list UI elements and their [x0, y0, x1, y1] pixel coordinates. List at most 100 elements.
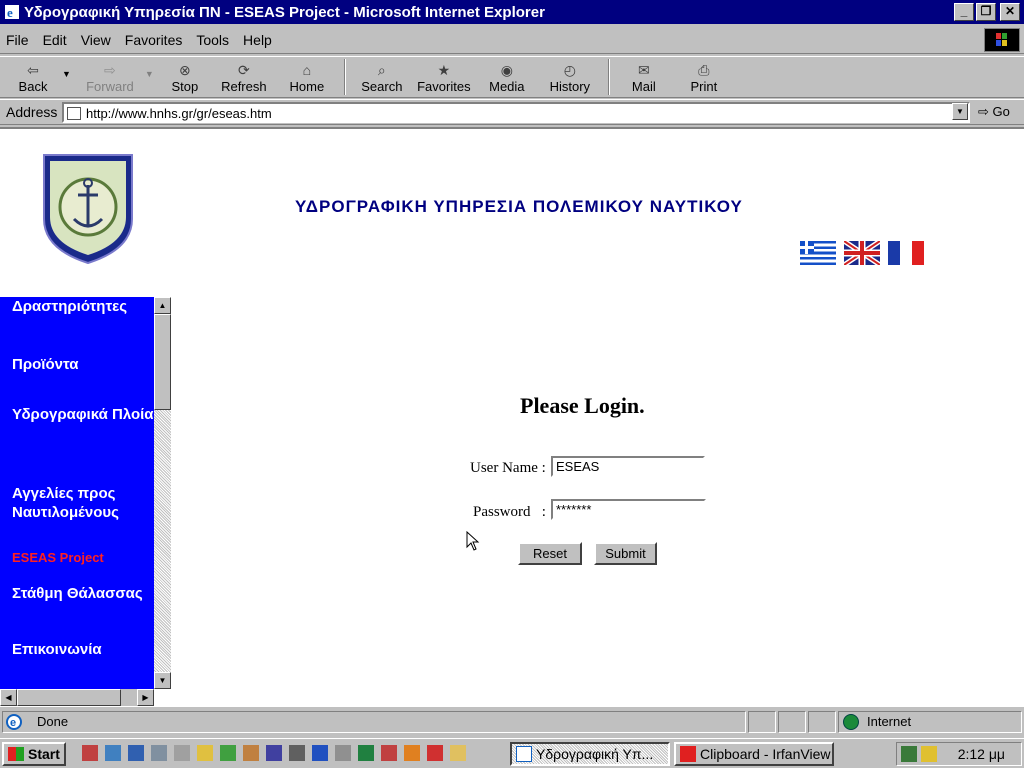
mail-button[interactable]: ✉ Mail	[616, 57, 672, 97]
restore-button[interactable]: ❐	[976, 3, 996, 21]
quicklaunch-icon[interactable]	[243, 745, 259, 761]
nav-notices-to-mariners[interactable]: Αγγελίες προς Ναυτιλομένους	[12, 484, 154, 522]
nav-products[interactable]: Προϊόντα	[12, 355, 154, 374]
quicklaunch-icon[interactable]	[197, 745, 213, 761]
home-button[interactable]: ⌂ Home	[276, 57, 338, 97]
address-input[interactable]: http://www.hnhs.gr/gr/eseas.htm	[62, 102, 970, 123]
scroll-up-icon[interactable]: ▲	[154, 297, 171, 314]
quicklaunch-icon[interactable]	[151, 745, 167, 761]
username-input[interactable]: ESEAS	[551, 456, 705, 477]
quicklaunch-icon[interactable]	[404, 745, 420, 761]
stop-icon: ⊗	[178, 62, 191, 78]
minimize-button[interactable]: _	[954, 3, 974, 21]
history-button[interactable]: ◴ History	[538, 57, 602, 97]
hscroll-thumb[interactable]	[17, 689, 121, 706]
stop-button[interactable]: ⊗ Stop	[158, 57, 212, 97]
task-ie-window[interactable]: Υδρογραφική Υπ...	[510, 742, 670, 766]
search-button[interactable]: ⌕ Search	[352, 57, 412, 97]
scroll-thumb[interactable]	[154, 314, 171, 410]
security-zone: Internet	[838, 711, 1022, 733]
home-icon: ⌂	[302, 62, 312, 78]
nav-sea-level[interactable]: Στάθμη Θάλασσας	[12, 584, 154, 603]
back-dropdown-icon[interactable]: ▼	[62, 69, 71, 79]
search-icon: ⌕	[377, 62, 386, 78]
menu-tools[interactable]: Tools	[196, 32, 229, 48]
address-bar: Address http://www.hnhs.gr/gr/eseas.htm …	[0, 99, 1024, 125]
france-flag-icon[interactable]	[888, 241, 924, 265]
quicklaunch-icon[interactable]	[174, 745, 190, 761]
taskbar: Start Υδρογραφική Υπ... Clipboard - Irfa…	[0, 738, 1024, 768]
close-button[interactable]: ✕	[1000, 3, 1020, 21]
password-input[interactable]: *******	[551, 499, 706, 520]
nav-contact[interactable]: Επικοινωνία	[12, 640, 154, 659]
page-icon	[67, 107, 81, 120]
menu-file[interactable]: File	[6, 32, 29, 48]
go-button[interactable]: ⇨ Go	[978, 104, 1010, 120]
scroll-down-icon[interactable]: ▼	[154, 672, 171, 689]
scroll-right-icon[interactable]: ▶	[137, 689, 154, 706]
refresh-icon: ⟳	[237, 62, 250, 78]
internet-globe-icon	[843, 714, 859, 730]
quicklaunch-icon[interactable]	[220, 745, 236, 761]
quicklaunch-icon[interactable]	[312, 745, 328, 761]
site-title: ΥΔΡΟΓΡΑΦΙΚΗ ΥΠΗΡΕΣΙΑ ΠΟΛΕΜΙΚΟΥ ΝΑΥΤΙΚΟΥ	[295, 197, 743, 216]
forward-arrow-icon: ⇨	[104, 62, 116, 78]
quicklaunch-icon[interactable]	[82, 745, 98, 761]
nav-eseas-project[interactable]: ESEAS Project	[12, 548, 154, 567]
address-dropdown-icon[interactable]: ▼	[952, 103, 968, 120]
title-bar[interactable]: e Υδρογραφική Υπηρεσία ΠΝ - ESEAS Projec…	[0, 0, 1024, 24]
favorites-button[interactable]: ★ Favorites	[412, 57, 476, 97]
task-irfanview[interactable]: Clipboard - IrfanView	[674, 742, 834, 766]
status-cell	[778, 711, 806, 733]
standard-toolbar: ⇦ Back ▼ ⇨ Forward ▼ ⊗ Stop ⟳ Refresh ⌂ …	[0, 56, 1024, 98]
windows-flag-icon	[8, 747, 24, 761]
nav-activities[interactable]: Δραστηριότητες	[12, 297, 154, 316]
ie-app-icon: e	[4, 4, 20, 20]
quicklaunch-icon[interactable]	[427, 745, 443, 761]
svg-text:e: e	[7, 5, 13, 20]
scroll-left-icon[interactable]: ◀	[0, 689, 17, 706]
irfanview-icon	[680, 746, 696, 762]
favorites-icon: ★	[437, 62, 451, 78]
history-icon: ◴	[563, 62, 576, 78]
uk-flag-icon[interactable]	[844, 241, 880, 265]
tray-app-icon[interactable]	[921, 746, 937, 762]
login-heading: Please Login.	[520, 393, 645, 418]
quicklaunch-icon[interactable]	[105, 745, 121, 761]
menu-favorites[interactable]: Favorites	[125, 32, 183, 48]
clock[interactable]: 2:12 μμ	[958, 746, 1005, 762]
menu-edit[interactable]: Edit	[43, 32, 67, 48]
status-cell	[808, 711, 836, 733]
reset-button[interactable]: Reset	[518, 542, 582, 565]
start-button[interactable]: Start	[2, 742, 66, 766]
nav-hydrographic-ships[interactable]: Υδρογραφικά Πλοία	[12, 405, 154, 424]
back-button[interactable]: ⇦ Back	[4, 57, 62, 97]
status-text: Done	[2, 711, 746, 733]
tray-network-icon[interactable]	[901, 746, 917, 762]
media-button[interactable]: ◉ Media	[476, 57, 538, 97]
quicklaunch-icon[interactable]	[128, 745, 144, 761]
quicklaunch-icon[interactable]	[289, 745, 305, 761]
windows-logo-icon	[984, 28, 1020, 52]
quicklaunch-icon[interactable]	[358, 745, 374, 761]
menu-view[interactable]: View	[81, 32, 111, 48]
quicklaunch-icon[interactable]	[450, 745, 466, 761]
status-bar: e Done Internet	[0, 709, 1024, 735]
quicklaunch-icon[interactable]	[266, 745, 282, 761]
menu-help[interactable]: Help	[243, 32, 272, 48]
quicklaunch-icon[interactable]	[335, 745, 351, 761]
refresh-button[interactable]: ⟳ Refresh	[212, 57, 276, 97]
username-label: User Name :	[470, 460, 546, 476]
system-tray: 2:12 μμ	[896, 742, 1022, 766]
sidebar-vertical-scrollbar[interactable]: ▲ ▼	[154, 297, 171, 689]
mail-icon: ✉	[637, 62, 650, 78]
forward-button[interactable]: ⇨ Forward	[75, 57, 145, 97]
go-arrow-icon: ⇨	[978, 104, 989, 119]
greek-flag-icon[interactable]	[800, 241, 836, 265]
forward-dropdown-icon[interactable]: ▼	[145, 69, 154, 79]
print-button[interactable]: ⎙ Print	[672, 57, 736, 97]
sidebar-horizontal-scrollbar[interactable]: ◀ ▶	[0, 689, 154, 706]
quicklaunch-icon[interactable]	[381, 745, 397, 761]
password-label: Password :	[473, 504, 546, 520]
submit-button[interactable]: Submit	[594, 542, 657, 565]
